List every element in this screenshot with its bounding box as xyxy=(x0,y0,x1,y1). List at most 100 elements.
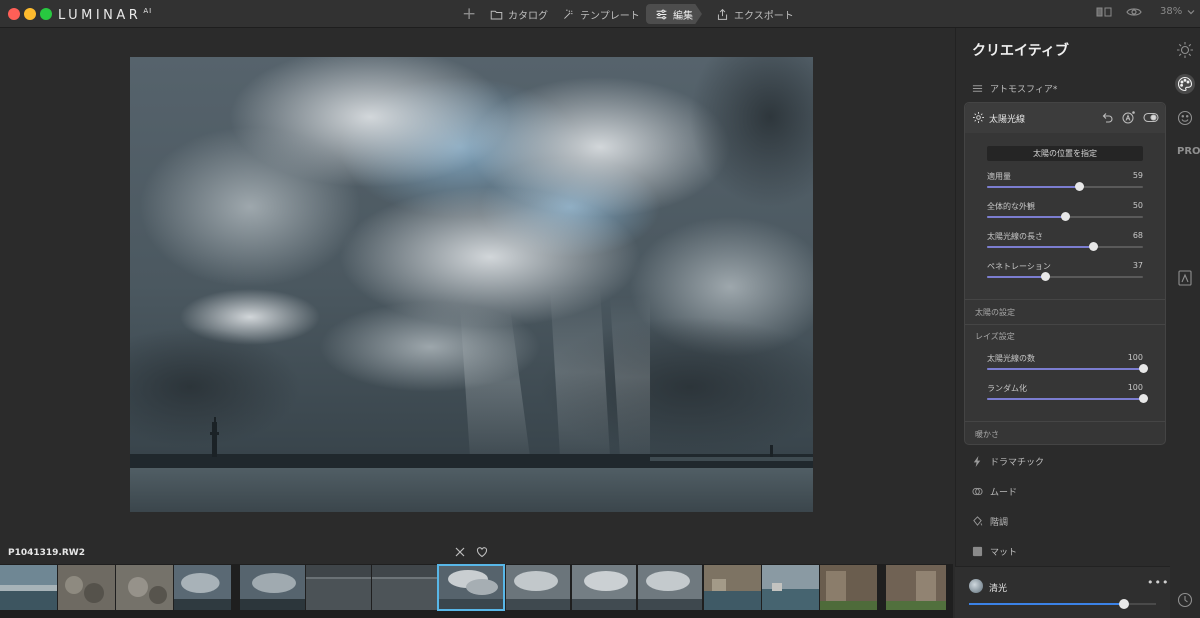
filmstrip-thumbnail[interactable] xyxy=(638,565,702,610)
visibility-toggle-icon[interactable] xyxy=(1143,111,1159,124)
palette-icon xyxy=(1177,76,1193,92)
slider-track[interactable] xyxy=(987,272,1143,281)
filmstrip-thumbnail[interactable] xyxy=(886,565,946,610)
slider-thumb[interactable] xyxy=(1119,599,1130,609)
slider-track[interactable] xyxy=(987,182,1143,191)
edit-tab[interactable]: 編集 xyxy=(646,4,702,24)
slider-thumb[interactable] xyxy=(1139,394,1148,403)
atmosphere-section[interactable]: アトモスフィア* xyxy=(972,82,1057,95)
folder-icon xyxy=(490,10,503,19)
filmstrip-thumbnail[interactable] xyxy=(58,565,115,610)
title-bar: LUMINAR AI + カタログ テンプレート 編集 エクスポート 38% xyxy=(0,0,1200,28)
lightning-icon xyxy=(973,456,981,467)
more-options-button[interactable]: ••• xyxy=(1147,576,1169,589)
slider-ray-length[interactable]: 太陽光線の長さ 68 xyxy=(987,231,1143,255)
slider-ray-count[interactable]: 太陽光線の数 100 xyxy=(987,353,1148,377)
share-icon xyxy=(717,8,728,20)
panel-title: クリエイティブ xyxy=(972,43,1069,59)
portrait-tool[interactable] xyxy=(1175,108,1195,128)
reject-button[interactable] xyxy=(454,546,466,561)
smiley-icon xyxy=(1177,110,1193,126)
slider-thumb[interactable] xyxy=(1075,182,1085,191)
preset-thumbnail xyxy=(969,579,983,593)
filmstrip xyxy=(0,564,953,618)
magic-wand-icon xyxy=(564,9,573,19)
slider-thumb[interactable] xyxy=(1061,212,1070,221)
image-canvas[interactable] xyxy=(0,28,953,543)
template-tab[interactable]: テンプレート xyxy=(562,4,640,24)
filmstrip-thumbnail[interactable] xyxy=(820,565,877,610)
preset-strength-slider[interactable] xyxy=(969,599,1156,609)
slider-track[interactable] xyxy=(987,212,1143,221)
export-tab[interactable]: エクスポート xyxy=(716,4,794,24)
filmstrip-thumbnail-selected[interactable] xyxy=(437,564,505,611)
filmstrip-thumbnail[interactable] xyxy=(306,565,371,610)
slider-randomize[interactable]: ランダム化 100 xyxy=(987,383,1148,407)
ray-settings-label: レイズ設定 xyxy=(975,332,1015,341)
filmstrip-thumbnail[interactable] xyxy=(240,565,305,610)
filmstrip-thumbnail[interactable] xyxy=(762,565,819,610)
edited-photo xyxy=(130,57,813,512)
filmstrip-thumbnail[interactable] xyxy=(372,565,437,610)
mood-section[interactable]: ムード xyxy=(972,485,1017,498)
toning-section[interactable]: 階調 xyxy=(972,515,1008,528)
sliders-icon xyxy=(656,9,667,19)
filmstrip-thumbnail[interactable] xyxy=(0,565,57,610)
matte-section[interactable]: マット xyxy=(972,545,1017,558)
essentials-tool[interactable] xyxy=(1175,40,1195,60)
slider-penetration[interactable]: ペネトレーション 37 xyxy=(987,261,1143,285)
place-sun-button[interactable]: 太陽の位置を指定 xyxy=(987,146,1143,161)
dramatic-section[interactable]: ドラマチック xyxy=(972,455,1044,468)
lines-icon xyxy=(972,85,983,92)
sun-icon xyxy=(1177,42,1193,58)
split-view-icon xyxy=(1096,7,1112,17)
slider-thumb[interactable] xyxy=(1040,272,1050,281)
filmstrip-thumbnail[interactable] xyxy=(704,565,761,610)
sun-settings-section[interactable]: 太陽の設定 xyxy=(975,307,1015,318)
preset-bar: 清光 ••• xyxy=(955,566,1170,618)
matte-icon xyxy=(972,546,983,557)
auto-adjust-icon[interactable] xyxy=(1122,111,1135,124)
close-window-button[interactable] xyxy=(8,8,20,20)
clock-icon xyxy=(1177,592,1193,608)
slider-track[interactable] xyxy=(987,242,1143,251)
slider-amount[interactable]: 適用量 59 xyxy=(987,171,1143,195)
filmstrip-thumbnail[interactable] xyxy=(506,565,570,610)
preset-name: 清光 xyxy=(989,584,1008,594)
slider-track[interactable] xyxy=(987,394,1148,403)
filmstrip-thumbnail[interactable] xyxy=(116,565,173,610)
bucket-icon xyxy=(973,516,983,526)
undo-icon[interactable] xyxy=(1101,111,1114,124)
close-icon xyxy=(455,547,465,557)
sunrays-header[interactable]: 太陽光線 xyxy=(965,103,1165,133)
history-tool[interactable] xyxy=(1175,590,1195,610)
eye-icon xyxy=(1126,8,1142,16)
minimize-window-button[interactable] xyxy=(24,8,36,20)
favorite-button[interactable] xyxy=(476,546,488,561)
pro-tool[interactable]: PRO xyxy=(1177,146,1200,157)
add-button[interactable]: + xyxy=(462,4,476,24)
slider-thumb[interactable] xyxy=(1139,364,1148,373)
app-logo: LUMINAR AI xyxy=(58,7,153,23)
slider-thumb[interactable] xyxy=(1089,242,1099,251)
layers-icon xyxy=(1178,270,1192,286)
sun-icon xyxy=(973,112,984,123)
catalog-tab[interactable]: カタログ xyxy=(490,4,548,24)
filmstrip-thumbnail[interactable] xyxy=(572,565,636,610)
filmstrip-thumbnail[interactable] xyxy=(174,565,231,610)
file-name: P1041319.RW2 xyxy=(8,548,85,558)
sunrays-card: 太陽光線 太陽の位置を指定 適用量 59 全体的な外観 50 太陽光線の長さ 6… xyxy=(964,102,1166,445)
mood-icon xyxy=(972,487,983,496)
slider-track[interactable] xyxy=(987,364,1148,373)
compare-toggle[interactable] xyxy=(1096,6,1112,18)
preview-toggle[interactable] xyxy=(1126,6,1142,18)
chevron-down-icon xyxy=(1187,9,1195,14)
warmth-section[interactable]: 暖かさ xyxy=(975,429,999,440)
slider-overall-look[interactable]: 全体的な外観 50 xyxy=(987,201,1143,225)
creative-tool[interactable] xyxy=(1175,74,1195,94)
layers-tool[interactable] xyxy=(1175,268,1195,288)
fullscreen-window-button[interactable] xyxy=(40,8,52,20)
divider xyxy=(965,421,1165,422)
zoom-dropdown[interactable]: 38% xyxy=(1160,6,1196,17)
heart-icon xyxy=(476,547,488,558)
